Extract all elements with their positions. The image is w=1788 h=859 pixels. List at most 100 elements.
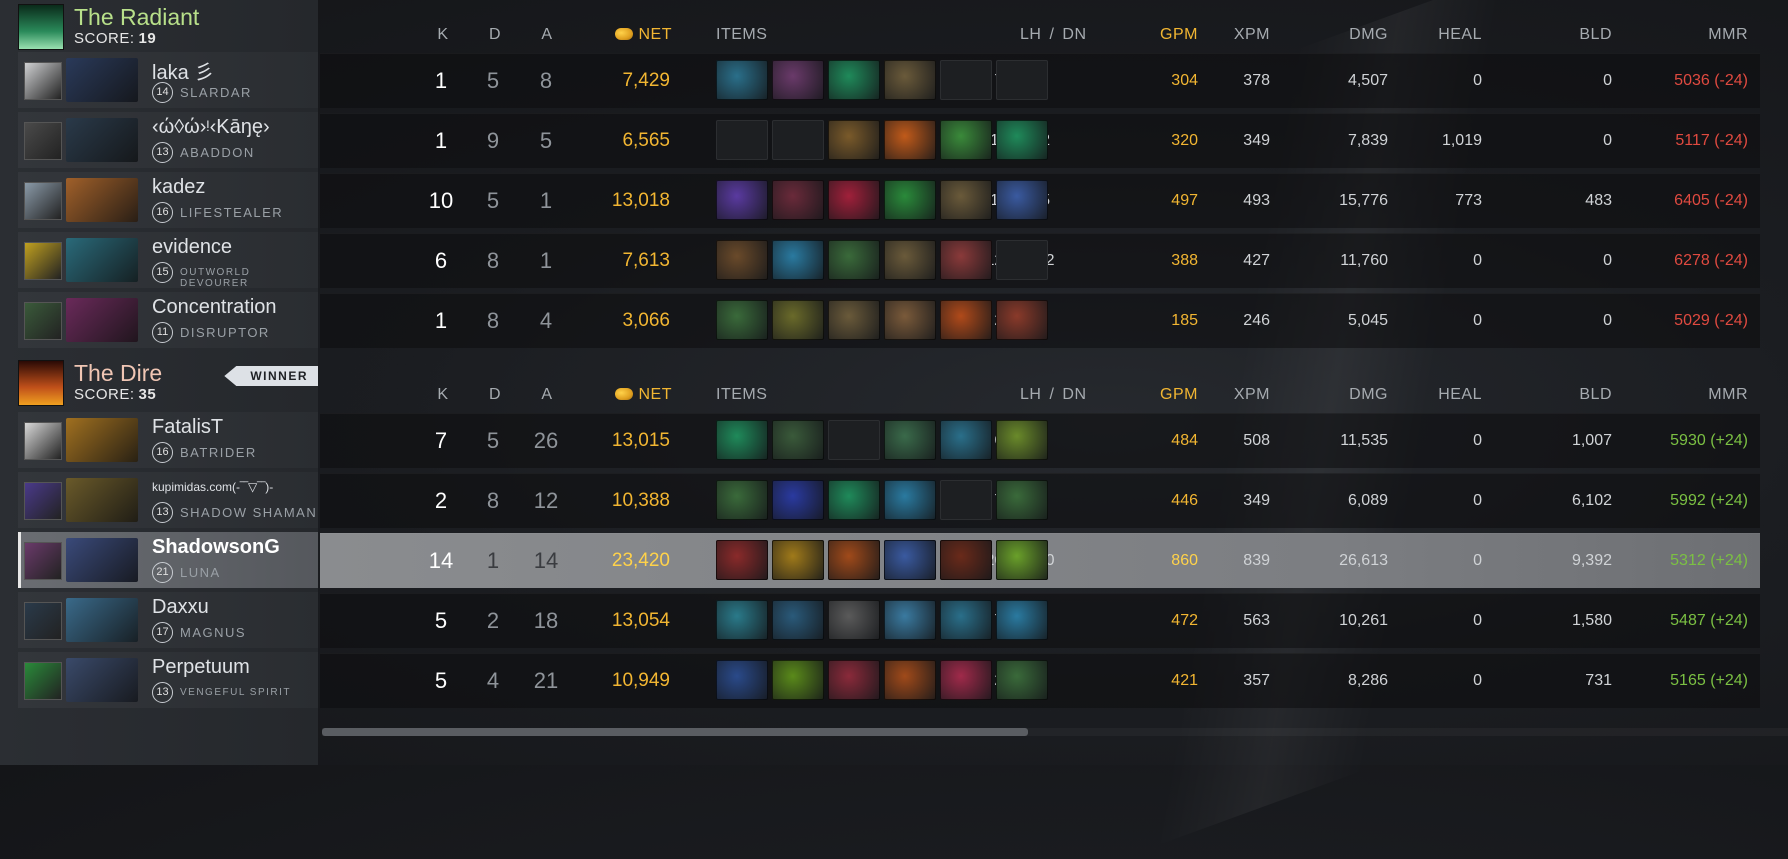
item-icon[interactable] bbox=[828, 60, 880, 100]
header-xpm[interactable]: XPM bbox=[1210, 26, 1270, 44]
player-avatar[interactable] bbox=[24, 182, 62, 220]
player-card[interactable]: ‹ώ◊ώ›ᵎ‹Kāŋę› 13 ABADDON bbox=[18, 112, 318, 168]
player-stats-row[interactable]: 1956,5653203497,8391,0190101/25117 (-24) bbox=[320, 113, 1760, 168]
item-icon[interactable] bbox=[884, 240, 936, 280]
player-name[interactable]: Perpetuum bbox=[152, 656, 250, 679]
item-icon[interactable] bbox=[716, 540, 768, 580]
player-card[interactable]: laka 彡 14 SLARDAR bbox=[18, 52, 318, 108]
item-icon[interactable] bbox=[884, 180, 936, 220]
item-icon[interactable] bbox=[716, 600, 768, 640]
player-avatar[interactable] bbox=[24, 62, 62, 100]
player-avatar[interactable] bbox=[24, 122, 62, 160]
item-icon[interactable] bbox=[828, 480, 880, 520]
item-icon[interactable] bbox=[772, 300, 824, 340]
header-mmr[interactable]: MMR bbox=[1620, 386, 1748, 404]
item-icon[interactable] bbox=[772, 600, 824, 640]
item-icon[interactable] bbox=[996, 540, 1048, 580]
player-name[interactable]: kupimidas.com(-‾‾▽‾‾)- bbox=[152, 480, 273, 494]
item-icon[interactable] bbox=[884, 540, 936, 580]
header-dmg[interactable]: DMG bbox=[1280, 26, 1388, 44]
player-name[interactable]: kadez bbox=[152, 176, 205, 199]
item-icon[interactable] bbox=[884, 300, 936, 340]
item-icon[interactable] bbox=[884, 480, 936, 520]
header-gpm[interactable]: GPM bbox=[1120, 386, 1198, 404]
item-icon[interactable] bbox=[996, 420, 1048, 460]
player-card[interactable]: ShadowsonG 21 LUNA bbox=[18, 532, 318, 588]
player-name[interactable]: Daxxu bbox=[152, 596, 209, 619]
item-icon[interactable] bbox=[940, 300, 992, 340]
player-name[interactable]: ShadowsonG bbox=[152, 536, 280, 559]
item-icon[interactable] bbox=[716, 240, 768, 280]
item-icon[interactable] bbox=[716, 480, 768, 520]
player-avatar[interactable] bbox=[24, 482, 62, 520]
item-icon[interactable] bbox=[772, 480, 824, 520]
item-icon[interactable] bbox=[940, 120, 992, 160]
player-name[interactable]: FatalisT bbox=[152, 416, 223, 439]
player-card[interactable]: FatalisT 16 BATRIDER bbox=[18, 412, 318, 468]
header-lh-dn[interactable]: LH / DN bbox=[1020, 386, 1087, 404]
player-stats-row[interactable]: 521813,05447256310,26101,58078/65487 (+2… bbox=[320, 593, 1760, 648]
player-card[interactable]: kadez 16 LIFESTEALER bbox=[18, 172, 318, 228]
item-icon[interactable] bbox=[996, 600, 1048, 640]
player-name[interactable]: ‹ώ◊ώ›ᵎ‹Kāŋę› bbox=[152, 116, 270, 139]
item-icon[interactable] bbox=[940, 240, 992, 280]
item-icon[interactable] bbox=[772, 240, 824, 280]
player-stats-row[interactable]: 1411423,42086083926,61309,392268/105312 … bbox=[320, 533, 1760, 588]
item-icon[interactable] bbox=[772, 540, 824, 580]
item-icon[interactable] bbox=[996, 300, 1048, 340]
item-icon[interactable] bbox=[884, 60, 936, 100]
item-icon[interactable] bbox=[940, 600, 992, 640]
header-xpm[interactable]: XPM bbox=[1210, 386, 1270, 404]
player-avatar[interactable] bbox=[24, 602, 62, 640]
item-icon[interactable] bbox=[716, 60, 768, 100]
player-name[interactable]: evidence bbox=[152, 236, 232, 259]
item-icon[interactable] bbox=[828, 660, 880, 700]
item-icon[interactable] bbox=[940, 180, 992, 220]
player-name[interactable]: laka 彡 bbox=[152, 56, 214, 85]
header-mmr[interactable]: MMR bbox=[1620, 26, 1748, 44]
header-net[interactable]: NET bbox=[602, 26, 672, 44]
player-stats-row[interactable]: 1843,0661852465,0450025/05029 (-24) bbox=[320, 293, 1760, 348]
item-icon[interactable] bbox=[884, 660, 936, 700]
player-stats-row[interactable]: 542110,9494213578,286073126/45165 (+24) bbox=[320, 653, 1760, 708]
header-k[interactable]: K bbox=[428, 26, 458, 44]
header-d[interactable]: D bbox=[480, 26, 510, 44]
item-icon[interactable] bbox=[996, 660, 1048, 700]
player-card[interactable]: Daxxu 17 MAGNUS bbox=[18, 592, 318, 648]
header-lh-dn[interactable]: LH / DN bbox=[1020, 26, 1087, 44]
player-stats-row[interactable]: 752613,01548450811,53501,00764/25930 (+2… bbox=[320, 413, 1760, 468]
header-net[interactable]: NET bbox=[602, 386, 672, 404]
item-icon[interactable] bbox=[884, 120, 936, 160]
item-icon[interactable] bbox=[996, 480, 1048, 520]
player-card[interactable]: evidence 15 OUTWORLD DEVOURER bbox=[18, 232, 318, 289]
player-card[interactable]: kupimidas.com(-‾‾▽‾‾)- 13 SHADOW SHAMAN bbox=[18, 472, 318, 528]
header-bld[interactable]: BLD bbox=[1490, 386, 1612, 404]
header-dmg[interactable]: DMG bbox=[1280, 386, 1388, 404]
player-avatar[interactable] bbox=[24, 422, 62, 460]
header-heal[interactable]: HEAL bbox=[1400, 386, 1482, 404]
player-name[interactable]: Concentration bbox=[152, 296, 277, 319]
item-icon[interactable] bbox=[772, 180, 824, 220]
player-stats-row[interactable]: 105113,01849749315,776773483168/56405 (-… bbox=[320, 173, 1760, 228]
item-icon[interactable] bbox=[940, 420, 992, 460]
item-icon[interactable] bbox=[772, 60, 824, 100]
item-icon[interactable] bbox=[996, 120, 1048, 160]
item-icon[interactable] bbox=[884, 420, 936, 460]
player-card[interactable]: Concentration 11 DISRUPTOR bbox=[18, 292, 318, 348]
item-icon[interactable] bbox=[772, 660, 824, 700]
item-icon[interactable] bbox=[996, 180, 1048, 220]
item-icon[interactable] bbox=[828, 300, 880, 340]
player-card[interactable]: Perpetuum 13 VENGEFUL SPIRIT bbox=[18, 652, 318, 708]
header-bld[interactable]: BLD bbox=[1490, 26, 1612, 44]
item-icon[interactable] bbox=[940, 540, 992, 580]
header-a[interactable]: A bbox=[532, 386, 562, 404]
player-avatar[interactable] bbox=[24, 242, 62, 280]
player-stats-row[interactable]: 6817,61338842711,76000127/126278 (-24) bbox=[320, 233, 1760, 288]
item-icon[interactable] bbox=[716, 420, 768, 460]
item-icon[interactable] bbox=[828, 240, 880, 280]
item-icon[interactable] bbox=[716, 180, 768, 220]
header-a[interactable]: A bbox=[532, 26, 562, 44]
item-icon[interactable] bbox=[940, 660, 992, 700]
item-icon[interactable] bbox=[772, 420, 824, 460]
header-d[interactable]: D bbox=[480, 386, 510, 404]
